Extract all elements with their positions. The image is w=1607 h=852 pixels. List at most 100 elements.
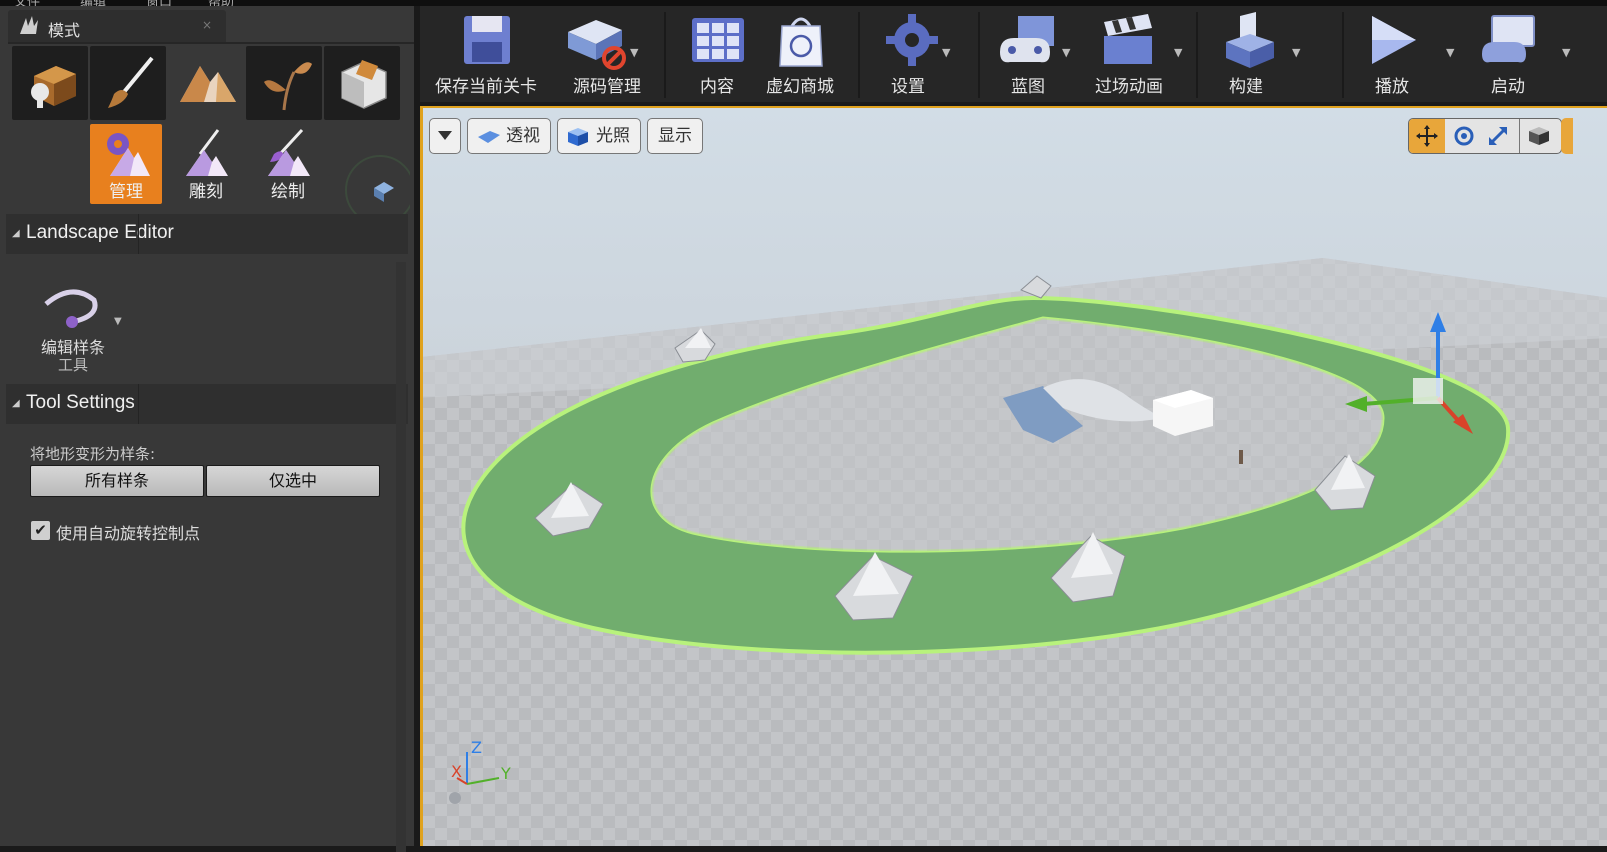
save-disk-icon xyxy=(464,16,510,64)
tool-divider xyxy=(1519,119,1520,153)
modes-icon xyxy=(20,16,38,34)
deform-landscape-label: 将地形变形为样条: xyxy=(30,445,156,463)
auto-rotate-checkbox[interactable]: ✔ xyxy=(31,521,50,540)
content-grid-icon xyxy=(692,18,744,62)
build-blocks-icon xyxy=(1226,12,1274,68)
header-divider xyxy=(138,214,139,254)
place-mode-button[interactable] xyxy=(12,46,88,120)
tool-settings-header[interactable]: ◢ Tool Settings xyxy=(6,384,408,424)
header-divider xyxy=(138,384,139,424)
chevron-down-icon[interactable]: ▼ xyxy=(630,46,638,59)
gear-icon xyxy=(886,14,938,66)
world-local-icon[interactable] xyxy=(1527,125,1551,147)
modes-tab[interactable]: 模式 × xyxy=(8,10,226,42)
cinematics-button[interactable]: ▼ 过场动画 xyxy=(1084,6,1192,102)
transform-tools-group xyxy=(1408,118,1562,154)
source-control-button[interactable]: ▼ 源码管理 xyxy=(552,6,662,102)
build-label: 构建 xyxy=(1229,77,1263,97)
manage-tool-button[interactable]: 管理 xyxy=(90,124,162,204)
foliage-icon xyxy=(264,62,312,111)
perspective-button[interactable]: 透视 xyxy=(467,118,551,154)
marketplace-label: 虚幻商城 xyxy=(766,77,834,97)
geometry-icon xyxy=(341,60,387,109)
perspective-icon xyxy=(478,131,500,143)
collapse-arrow-icon[interactable]: ◢ xyxy=(12,398,20,409)
translate-tool-button[interactable] xyxy=(1409,119,1445,153)
collapse-arrow-icon[interactable]: ◢ xyxy=(12,228,20,239)
chevron-down-icon[interactable]: ▼ xyxy=(114,316,122,327)
main-toolbar: 保存当前关卡 ▼ 源码管理 内容 虚幻商城 ▼ 设置 ▼ 蓝图 ▼ 过场动画 ▼… xyxy=(420,6,1607,104)
content-label: 内容 xyxy=(700,77,734,97)
chevron-down-icon[interactable]: ▼ xyxy=(1446,46,1454,59)
blueprint-icon xyxy=(1000,16,1054,63)
foliage-mode-button[interactable] xyxy=(246,46,322,120)
scale-tool-icon[interactable] xyxy=(1487,125,1509,147)
blueprint-label: 蓝图 xyxy=(1011,77,1045,97)
build-button[interactable]: ▼ 构建 xyxy=(1204,6,1314,102)
perspective-label: 透视 xyxy=(506,126,540,146)
source-control-icon xyxy=(568,20,626,70)
axis-z-label: Z xyxy=(471,738,482,757)
landscape-mode-button[interactable] xyxy=(168,46,244,120)
spline-icon xyxy=(44,289,98,328)
chevron-down-icon[interactable]: ▼ xyxy=(1292,46,1300,59)
launch-button[interactable]: ▼ 启动 xyxy=(1464,6,1574,102)
level-viewport[interactable]: 透视 光照 显示 Z X Y xyxy=(420,106,1607,846)
toolbar-separator xyxy=(858,12,860,98)
lighting-label: 光照 xyxy=(596,126,630,146)
all-splines-button[interactable]: 所有样条 xyxy=(30,465,204,497)
lit-cube-icon xyxy=(568,128,588,146)
chevron-down-icon[interactable]: ▼ xyxy=(1562,46,1570,59)
shopping-bag-icon xyxy=(779,17,823,67)
marketplace-button[interactable]: 虚幻商城 xyxy=(758,6,842,102)
gear-mountain-icon xyxy=(107,133,150,176)
play-button[interactable]: ▼ 播放 xyxy=(1350,6,1460,102)
edit-splines-sublabel: 工具 xyxy=(57,356,88,374)
chevron-down-icon[interactable]: ▼ xyxy=(1062,46,1070,59)
auto-rotate-label: 使用自动旋转控制点 xyxy=(56,524,201,543)
place-mode-icon xyxy=(31,66,76,108)
launch-label: 启动 xyxy=(1491,77,1525,97)
sculpt-tool-button[interactable]: 雕刻 xyxy=(170,124,242,204)
settings-button[interactable]: ▼ 设置 xyxy=(866,6,976,102)
paint-tool-button[interactable]: 绘制 xyxy=(252,124,324,204)
show-button[interactable]: 显示 xyxy=(647,118,703,154)
settings-label: 设置 xyxy=(891,77,925,97)
play-icon xyxy=(1372,16,1416,64)
chevron-down-icon xyxy=(438,131,452,140)
move-arrows-icon xyxy=(1416,125,1438,147)
axis-y-label: Y xyxy=(501,764,511,783)
selected-only-button[interactable]: 仅选中 xyxy=(206,465,380,497)
landscape-icon xyxy=(180,66,236,102)
save-button[interactable]: 保存当前关卡 xyxy=(424,6,548,102)
content-button[interactable]: 内容 xyxy=(676,6,758,102)
edit-splines-tool[interactable]: ▼ 编辑样条 工具 xyxy=(30,286,126,376)
panel-scrollbar[interactable] xyxy=(396,262,406,852)
sculpt-tool-label: 雕刻 xyxy=(189,182,223,202)
toolbar-separator xyxy=(1342,12,1344,98)
rotate-tool-icon[interactable] xyxy=(1453,125,1475,147)
close-icon[interactable]: × xyxy=(202,18,212,32)
paint-brush-icon xyxy=(108,56,154,108)
tab-divider xyxy=(8,42,414,44)
landscape-editor-title: Landscape Editor xyxy=(26,222,174,243)
tool-settings-title: Tool Settings xyxy=(26,392,135,413)
manage-tool-label: 管理 xyxy=(109,182,143,202)
sculpt-icon xyxy=(186,129,228,176)
snap-toggle-button[interactable] xyxy=(1561,118,1573,154)
toolbar-separator xyxy=(664,12,666,98)
source-control-label: 源码管理 xyxy=(573,77,641,97)
paint-mode-button[interactable] xyxy=(90,46,166,120)
chevron-down-icon[interactable]: ▼ xyxy=(1174,46,1182,59)
paint-tool-label: 绘制 xyxy=(271,182,305,202)
modes-panel: 模式 × 管理 雕刻 绘制 ◢ Landscape Editor ▼ 编辑样条 … xyxy=(0,6,414,852)
lighting-button[interactable]: 光照 xyxy=(557,118,641,154)
play-label: 播放 xyxy=(1375,77,1409,97)
clapperboard-icon xyxy=(1104,14,1152,64)
blueprint-button[interactable]: ▼ 蓝图 xyxy=(986,6,1082,102)
viewport-options-button[interactable] xyxy=(429,118,461,154)
landscape-editor-header[interactable]: ◢ Landscape Editor xyxy=(6,214,408,254)
geometry-mode-button[interactable] xyxy=(324,46,400,120)
chevron-down-icon[interactable]: ▼ xyxy=(942,46,950,59)
scene-render[interactable] xyxy=(423,108,1607,846)
